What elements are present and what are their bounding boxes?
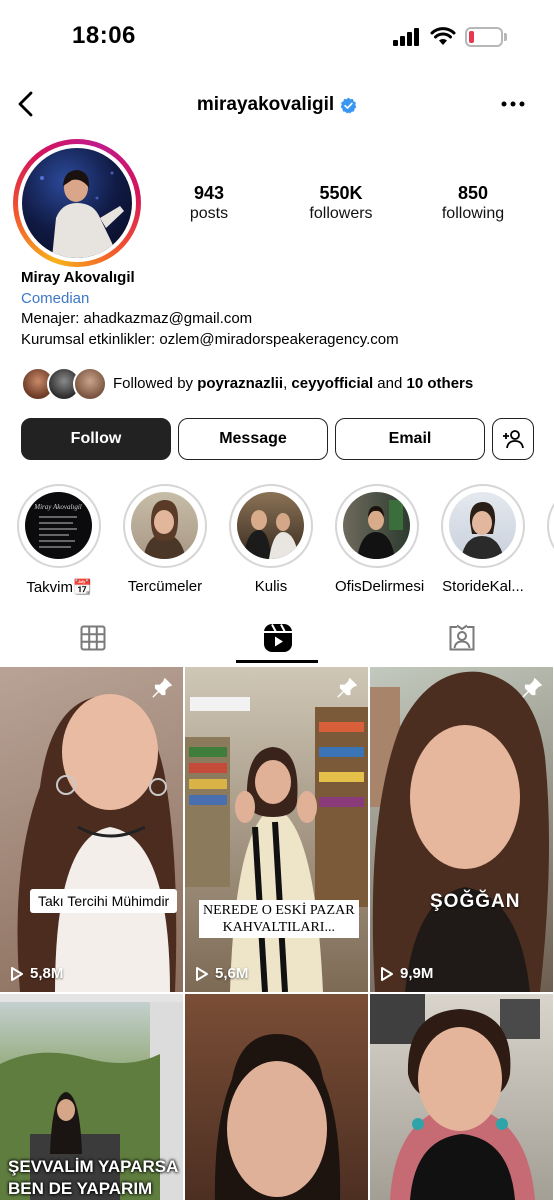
- highlight-label: Takvim📆: [26, 579, 92, 596]
- status-bar: 18:06: [0, 0, 554, 75]
- follow-button[interactable]: Follow: [21, 418, 171, 460]
- message-button[interactable]: Message: [178, 418, 328, 460]
- reel-thumbnail[interactable]: Takı Tercihi Mühimdir 5,8M: [0, 667, 183, 992]
- bio-line-corporate: Kurumsal etkinlikler: ozlem@miradorspeak…: [21, 330, 399, 348]
- story-highlight[interactable]: [547, 484, 554, 568]
- reel-view-count: 5,8M: [10, 965, 63, 982]
- reel-thumbnail[interactable]: [185, 994, 368, 1200]
- story-highlight[interactable]: OfisDelirmesi: [335, 484, 425, 595]
- profile-avatar[interactable]: [13, 139, 141, 267]
- profile-category[interactable]: Comedian: [21, 289, 541, 310]
- reel-caption: Takı Tercihi Mühimdir: [30, 889, 178, 913]
- followed-by[interactable]: Followed by poyraznazlii, ceyyofficial a…: [21, 367, 541, 403]
- tagged-person-icon: [449, 624, 474, 651]
- battery-icon: [465, 27, 503, 47]
- verified-badge-icon: [340, 97, 357, 113]
- grid-icon: [80, 625, 105, 651]
- story-highlight[interactable]: StorideKal...: [441, 484, 525, 595]
- following-count[interactable]: 850 following: [418, 182, 528, 224]
- profile-header: mirayakovaligil: [0, 82, 554, 126]
- reel-caption: NEREDE O ESKİ PAZAR KAHVALTILARI...: [199, 900, 359, 938]
- svg-text:Miray Akovalıgil: Miray Akovalıgil: [33, 503, 82, 511]
- story-highlight[interactable]: Tercümeler: [123, 484, 207, 595]
- pin-icon: [337, 678, 357, 698]
- highlight-label: OfisDelirmesi: [335, 578, 425, 595]
- reel-caption: ŞOĞĞAN: [430, 891, 521, 912]
- highlight-label: StorideKal...: [442, 578, 524, 595]
- pin-icon: [522, 678, 542, 698]
- profile-tabs: [0, 610, 554, 666]
- follower-avatar: [73, 367, 107, 401]
- followers-count[interactable]: 550K followers: [286, 182, 396, 224]
- reel-thumbnail[interactable]: NEREDE O ESKİ PAZAR KAHVALTILARI... 5,6M: [185, 667, 368, 992]
- profile-name: Miray Akovalıgil: [21, 269, 135, 286]
- follower-link[interactable]: ceyyofficial: [291, 375, 373, 392]
- bio-line-manager: Menajer: ahadkazmaz@gmail.com: [21, 310, 253, 327]
- reel-view-count: 9,9M: [380, 965, 433, 982]
- others-link[interactable]: 10 others: [407, 375, 474, 392]
- pin-icon: [152, 678, 172, 698]
- reels-icon: [263, 624, 292, 652]
- story-highlight[interactable]: Miray Akovalıgil Takvim📆: [17, 484, 101, 596]
- status-time: 18:06: [72, 22, 136, 49]
- profile-username: mirayakovaligil: [196, 94, 335, 115]
- profile-bio: Miray Akovalıgil Comedian Menajer: ahadk…: [21, 268, 541, 350]
- tab-reels[interactable]: [185, 610, 370, 666]
- email-button[interactable]: Email: [335, 418, 485, 460]
- signal-icon: [393, 28, 421, 46]
- story-highlight[interactable]: Kulis: [229, 484, 313, 595]
- reel-view-count: 5,6M: [195, 965, 248, 982]
- play-icon: [196, 966, 208, 981]
- add-person-icon: [503, 430, 524, 449]
- tab-posts-grid[interactable]: [0, 610, 185, 666]
- more-options-icon[interactable]: [500, 92, 526, 116]
- tab-tagged[interactable]: [369, 610, 554, 666]
- suggested-users-button[interactable]: [492, 418, 534, 460]
- play-icon: [381, 966, 393, 981]
- reel-thumbnail[interactable]: ŞOĞĞAN 9,9M: [370, 667, 553, 992]
- follower-link[interactable]: poyraznazlii: [197, 375, 283, 392]
- play-icon: [11, 966, 23, 981]
- wifi-icon: [430, 27, 456, 45]
- highlight-label: Kulis: [254, 578, 288, 595]
- active-tab-indicator: [236, 660, 318, 663]
- reel-caption: ŞEVVALİM YAPARSA BEN DE YAPARIM: [8, 1157, 179, 1198]
- reel-thumbnail[interactable]: [370, 994, 553, 1200]
- posts-count[interactable]: 943 posts: [154, 182, 264, 224]
- reel-thumbnail[interactable]: ŞEVVALİM YAPARSA BEN DE YAPARIM: [0, 994, 183, 1200]
- highlight-label: Tercümeler: [127, 578, 203, 595]
